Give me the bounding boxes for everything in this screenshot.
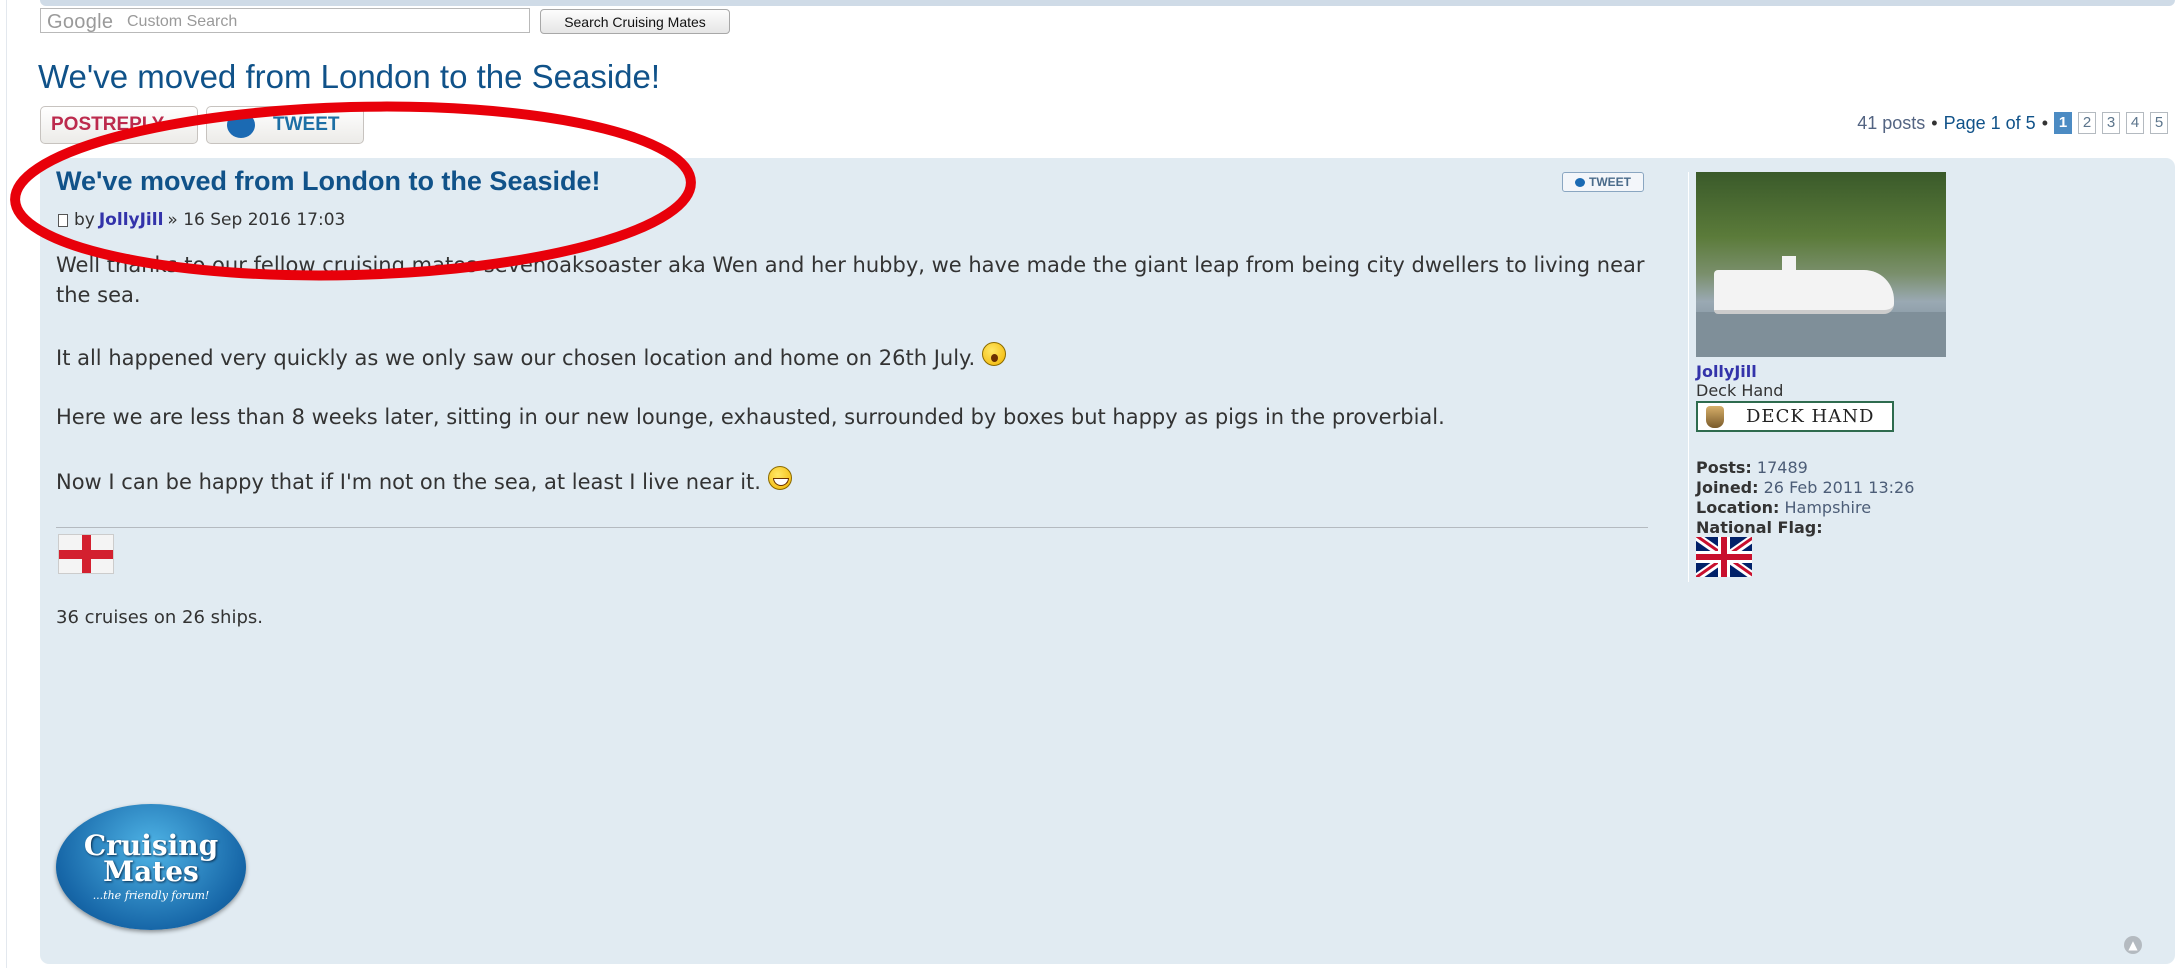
national-flag-label: National Flag:	[1696, 518, 1823, 537]
post-by-label: by	[74, 210, 95, 230]
left-border	[6, 0, 7, 968]
cruising-mates-logo[interactable]: Cruising Mates ...the friendly forum!	[56, 804, 246, 930]
tweet-bird-icon	[227, 112, 255, 138]
profile-divider	[1688, 172, 1689, 582]
post-meta: by JollyJill » 16 Sep 2016 17:03	[58, 210, 345, 230]
profile-username[interactable]: JollyJill	[1696, 362, 1757, 381]
page-title[interactable]: We've moved from London to the Seaside!	[38, 58, 660, 96]
page-link-3[interactable]: 3	[2102, 112, 2120, 134]
profile-rank: Deck Hand	[1696, 381, 1784, 400]
back-to-top-icon[interactable]: ▲	[2124, 936, 2142, 954]
post-count: 41 posts	[1857, 112, 1926, 133]
posts-value[interactable]: 17489	[1757, 458, 1808, 477]
rank-badge-label: DECK HAND	[1746, 406, 1875, 427]
post-reply-button[interactable]: POSTREPLY	[40, 106, 198, 144]
logo-line-2: Mates	[103, 854, 199, 888]
page-link-4[interactable]: 4	[2126, 112, 2144, 134]
post-title[interactable]: We've moved from London to the Seaside!	[56, 166, 601, 197]
page-link-1[interactable]: 1	[2054, 112, 2072, 134]
pagination: 41 posts • Page 1 of 5 • 1 2 3 4 5	[1857, 112, 2168, 134]
signature-divider	[56, 527, 1648, 528]
tweet-bird-icon	[1575, 177, 1585, 187]
search-placeholder: Custom Search	[127, 13, 238, 30]
post-paragraph: Now I can be happy that if I'm not on th…	[56, 466, 792, 497]
post-paragraph: Well thanks to our fellow cruising mates…	[56, 253, 1645, 307]
search-button[interactable]: Search Cruising Mates	[540, 9, 730, 34]
post-paragraph: It all happened very quickly as we only …	[56, 342, 1006, 373]
post-tweet-label: TWEET	[1589, 175, 1631, 189]
tweet-label: TWEET	[273, 114, 340, 135]
post-paragraph-text: It all happened very quickly as we only …	[56, 346, 976, 370]
post-author[interactable]: JollyJill	[99, 210, 164, 230]
top-bar	[40, 0, 2175, 6]
google-brand: Google	[47, 11, 114, 33]
grin-smiley-icon	[767, 466, 792, 490]
pagination-separator: •	[2041, 112, 2048, 133]
profile-stats: Posts: 17489 Joined: 26 Feb 2011 13:26 L…	[1696, 458, 1914, 538]
search-input[interactable]: Google Custom Search	[40, 8, 530, 33]
location-value: Hampshire	[1784, 498, 1872, 517]
posts-label: Posts:	[1696, 458, 1752, 477]
shocked-smiley-icon	[981, 342, 1006, 366]
joined-value: 26 Feb 2011 13:26	[1763, 478, 1915, 497]
rank-badge-icon	[1706, 405, 1724, 428]
post-paragraph-text: Now I can be happy that if I'm not on th…	[56, 470, 761, 494]
page-link-2[interactable]: 2	[2078, 112, 2096, 134]
tweet-button[interactable]: TWEET	[206, 106, 364, 144]
uk-flag-icon	[1696, 537, 1752, 577]
document-icon[interactable]	[58, 213, 68, 227]
location-label: Location:	[1696, 498, 1780, 517]
post-tweet-button[interactable]: TWEET	[1562, 172, 1644, 192]
avatar[interactable]	[1696, 172, 1946, 357]
rank-badge: DECK HAND	[1696, 401, 1894, 432]
england-flag-icon	[58, 534, 114, 574]
pagination-separator: •	[1931, 112, 1938, 133]
joined-label: Joined:	[1696, 478, 1759, 497]
post-paragraph: Here we are less than 8 weeks later, sit…	[56, 405, 1445, 429]
page-link-5[interactable]: 5	[2150, 112, 2168, 134]
page-indicator[interactable]: Page 1 of 5	[1944, 113, 2036, 134]
signature-text: 36 cruises on 26 ships.	[56, 607, 263, 628]
logo-tagline: ...the friendly forum!	[92, 888, 210, 902]
post-reply-label: POSTREPLY	[51, 114, 165, 135]
post-date: » 16 Sep 2016 17:03	[167, 210, 346, 230]
